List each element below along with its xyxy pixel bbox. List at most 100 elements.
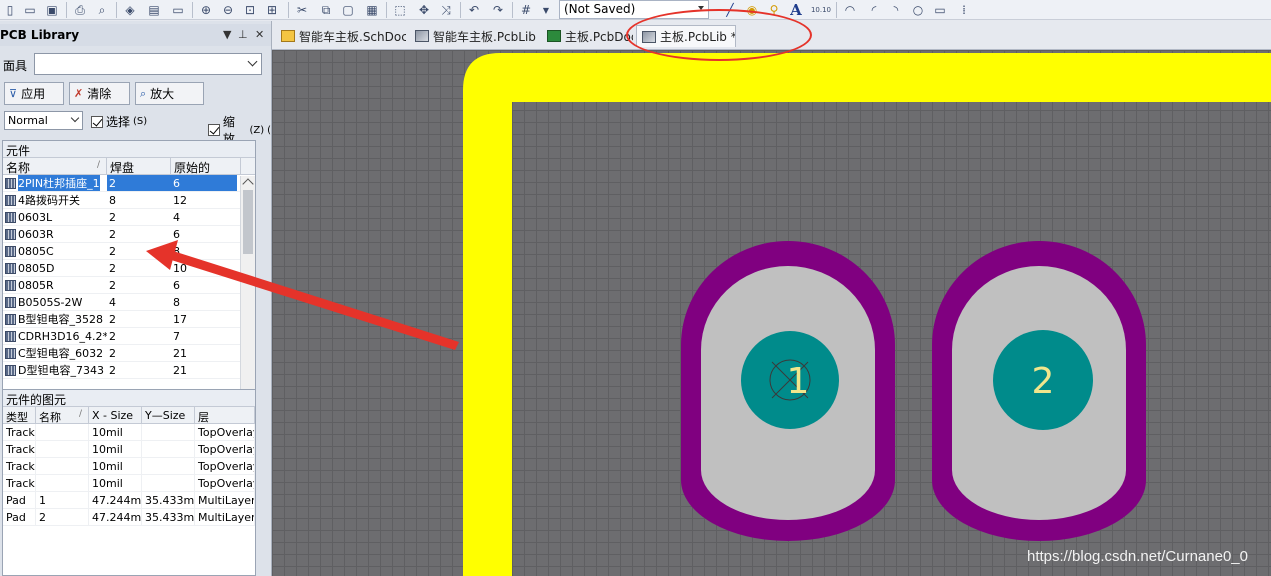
- tab-pcblib[interactable]: 智能车主板.PcbLib: [410, 25, 540, 47]
- table-row[interactable]: 4路拨码开关 8 12: [3, 192, 255, 209]
- column-header-name[interactable]: 名称 ∕: [36, 407, 89, 423]
- folder-icon[interactable]: ▭: [170, 2, 186, 18]
- table-row[interactable]: 0805C 2 8: [3, 243, 255, 260]
- table-row[interactable]: B0505S-2W 4 8: [3, 294, 255, 311]
- print-preview-icon[interactable]: ⌕: [94, 2, 110, 18]
- pcb-board-icon[interactable]: ▤: [146, 2, 162, 18]
- table-row[interactable]: Track 10mil TopOverlay: [3, 458, 255, 475]
- move-icon[interactable]: ✥: [416, 2, 432, 18]
- table-row[interactable]: Pad 2 47.244mil 35.433mil MultiLayer: [3, 509, 255, 526]
- coordinate-tool-label[interactable]: 10.10: [810, 2, 832, 18]
- component-chip-icon: [5, 228, 16, 240]
- column-header-x-size[interactable]: X - Size: [89, 407, 142, 423]
- fill-icon[interactable]: ▭: [932, 2, 948, 18]
- array-paste-icon[interactable]: ⁞: [956, 2, 972, 18]
- table-row[interactable]: C型钽电容_6032 2 21: [3, 345, 255, 362]
- table-row[interactable]: B型钽电容_3528 2 17: [3, 311, 255, 328]
- table-row[interactable]: Pad 1 47.244mil 35.433mil MultiLayer: [3, 492, 255, 509]
- column-header-name[interactable]: 名称 ∕: [3, 158, 107, 175]
- deselect-icon[interactable]: ⤨: [438, 2, 454, 18]
- arc-center-icon[interactable]: ◠: [842, 2, 858, 18]
- primitives-rows: Track 10mil TopOverlay Track 10mil TopOverlay…: [3, 424, 255, 526]
- component-name-cell: 2PIN杜邦插座_1: [3, 175, 107, 191]
- copy-icon[interactable]: ⧉: [318, 2, 334, 18]
- undo-icon[interactable]: ↶: [466, 2, 482, 18]
- table-row[interactable]: Track 10mil TopOverlay: [3, 475, 255, 492]
- redo-icon[interactable]: ↷: [490, 2, 506, 18]
- cut-icon[interactable]: ✂: [294, 2, 310, 18]
- table-row[interactable]: D型钽电容_7343 2 21: [3, 362, 255, 379]
- primitive-name: [36, 458, 89, 474]
- column-header-type[interactable]: 类型: [3, 407, 36, 423]
- component-primitives: 6: [173, 228, 180, 241]
- table-row[interactable]: Track 10mil TopOverlay: [3, 424, 255, 441]
- components-scrollbar[interactable]: [240, 176, 255, 402]
- table-row[interactable]: 0603R 2 6: [3, 226, 255, 243]
- primitive-name: [36, 441, 89, 457]
- scroll-thumb[interactable]: [243, 190, 253, 254]
- table-row[interactable]: 2PIN杜邦插座_1 2 6: [3, 175, 255, 192]
- pin-icon[interactable]: ⊥: [238, 28, 248, 41]
- rubber-stamp-icon[interactable]: ▦: [364, 2, 380, 18]
- apply-button[interactable]: ⊽ 应用: [4, 82, 64, 105]
- pad-1-label: 1: [787, 361, 810, 402]
- table-row[interactable]: 0805D 2 10: [3, 260, 255, 277]
- print-icon[interactable]: ⎙: [72, 2, 88, 18]
- tab-pcbdoc[interactable]: 主板.PcbDoc: [542, 25, 633, 47]
- table-row[interactable]: CDRH3D16_4.2*1 2 7: [3, 328, 255, 345]
- table-row[interactable]: 0805R 2 6: [3, 277, 255, 294]
- select-rect-icon[interactable]: ⬚: [392, 2, 408, 18]
- tab-schdoc[interactable]: 智能车主板.SchDoc: [276, 25, 406, 47]
- zoom-area-icon[interactable]: ⊡: [242, 2, 258, 18]
- zoom-fit-icon[interactable]: ⊞: [264, 2, 280, 18]
- component-pads: 8: [109, 194, 116, 207]
- primitive-y-size: 35.433mil: [142, 492, 195, 508]
- clear-button[interactable]: ✗ 清除: [69, 82, 130, 105]
- zoom-out-icon[interactable]: ⊖: [220, 2, 236, 18]
- mask-row: 面具: [3, 53, 268, 75]
- component-name: B型钽电容_3528: [18, 313, 104, 326]
- component-primitives: 21: [173, 364, 187, 377]
- new-file-icon[interactable]: ▯: [2, 2, 18, 18]
- table-row[interactable]: Track 10mil TopOverlay: [3, 441, 255, 458]
- table-row[interactable]: 0603L 2 4: [3, 209, 255, 226]
- grid-dropdown-icon[interactable]: ▼: [538, 2, 554, 18]
- column-header-pads[interactable]: 焊盘: [107, 158, 171, 175]
- arc-edge-icon[interactable]: ◜: [866, 2, 882, 18]
- full-circle-icon[interactable]: ○: [910, 2, 926, 18]
- zoom-button-label: 放大: [150, 87, 175, 101]
- component-chip-icon: [5, 279, 16, 291]
- primitive-name: 1: [36, 492, 89, 508]
- component-name: B0505S-2W: [18, 295, 83, 309]
- zoom-in-icon[interactable]: ⊕: [198, 2, 214, 18]
- sort-icon: ∕: [96, 160, 100, 170]
- panel-menu-icon[interactable]: ▼: [223, 28, 231, 41]
- pcb-canvas[interactable]: 1 2: [272, 50, 1271, 576]
- save-icon[interactable]: ▣: [44, 2, 60, 18]
- close-icon[interactable]: ✕: [255, 28, 264, 41]
- annotation-circle: [626, 9, 812, 61]
- open-folder-icon[interactable]: ▭: [22, 2, 38, 18]
- column-header-primitives[interactable]: 原始的: [171, 158, 241, 175]
- primitive-x-size: 47.244mil: [89, 492, 142, 508]
- components-table: 元件 名称 ∕ 焊盘 原始的 2PIN杜邦插座_1 2 6 4路拨码开关 8 12 0603L…: [2, 140, 256, 403]
- text-tool-icon[interactable]: A: [788, 1, 804, 19]
- mode-select[interactable]: Normal: [4, 111, 83, 130]
- mask-input[interactable]: [34, 53, 262, 75]
- scroll-up-icon[interactable]: [242, 178, 254, 190]
- primitive-type: Track: [3, 424, 36, 440]
- column-header-y-size[interactable]: Y—Size: [142, 407, 195, 423]
- component-chip-icon: [5, 211, 16, 223]
- component-chip-icon: [5, 245, 16, 257]
- paste-icon[interactable]: ▢: [340, 2, 356, 18]
- column-header-layer[interactable]: 层: [195, 407, 255, 423]
- toolbar-separator: [386, 2, 387, 18]
- 3d-view-icon[interactable]: ◈: [122, 2, 138, 18]
- grid-icon[interactable]: #: [518, 2, 534, 18]
- component-primitives: 8: [173, 245, 180, 258]
- select-checkbox[interactable]: 选择 (S): [91, 113, 147, 130]
- apply-button-label: 应用: [21, 87, 46, 101]
- zoom-button[interactable]: ⌕ 放大: [135, 82, 204, 105]
- component-name: 0805D: [18, 261, 55, 275]
- arc-any-icon[interactable]: ◝: [888, 2, 904, 18]
